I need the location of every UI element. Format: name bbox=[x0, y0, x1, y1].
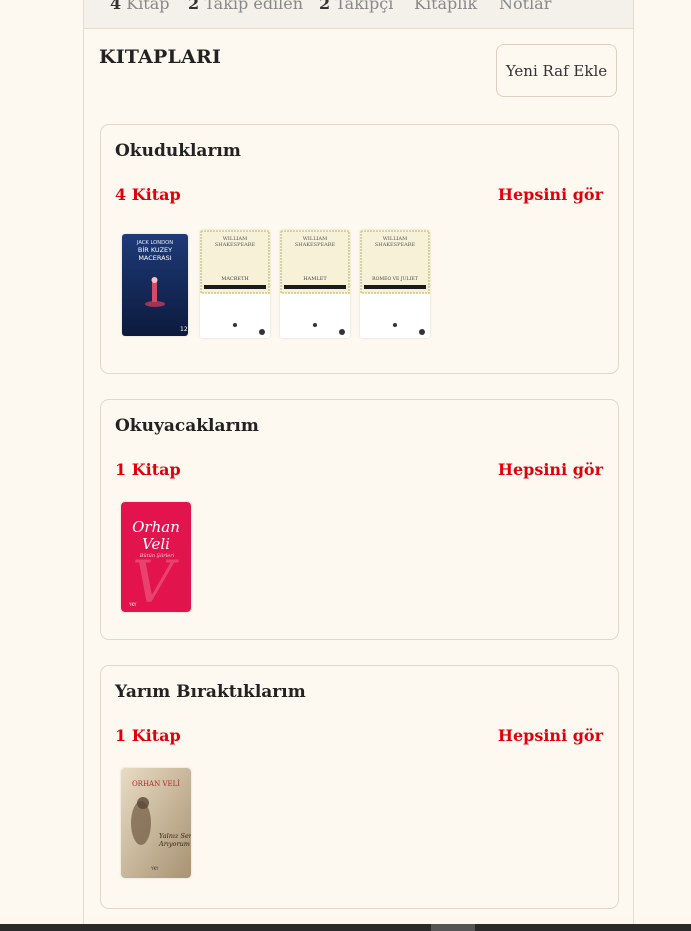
tab-followers[interactable]: 2 Takipçi bbox=[319, 0, 393, 13]
shelf-book-count[interactable]: 1 Kitap bbox=[115, 460, 181, 479]
svg-text:BİR KUZEY: BİR KUZEY bbox=[138, 245, 172, 254]
svg-text:Arıyorum: Arıyorum bbox=[158, 840, 190, 848]
svg-text:Orhan: Orhan bbox=[132, 518, 180, 536]
scrollbar-thumb[interactable] bbox=[431, 924, 475, 931]
svg-text:MACBETH: MACBETH bbox=[221, 276, 249, 282]
shelf-name: Yarım Bıraktıklarım bbox=[115, 682, 306, 702]
shelf-to-read: Okuyacaklarım 1 Kitap Hepsini gör Orhan … bbox=[100, 399, 619, 640]
svg-text:SHAKESPEARE: SHAKESPEARE bbox=[215, 242, 256, 248]
svg-text:V: V bbox=[132, 548, 179, 612]
svg-text:ROMEO VE JULIET: ROMEO VE JULIET bbox=[372, 276, 419, 282]
svg-text:HAMLET: HAMLET bbox=[303, 276, 327, 282]
svg-text:MACERASI: MACERASI bbox=[138, 254, 171, 262]
see-all-link[interactable]: Hepsini gör bbox=[498, 185, 603, 204]
book-cover[interactable]: ORHAN VELİ Yalnız Seni Arıyorum YKY bbox=[121, 768, 191, 878]
svg-text:Yalnız Seni: Yalnız Seni bbox=[159, 832, 191, 840]
svg-text:12!: 12! bbox=[180, 326, 188, 333]
shelf-book-count[interactable]: 1 Kitap bbox=[115, 726, 181, 745]
book-cover[interactable]: WILLIAM SHAKESPEARE HAMLET bbox=[280, 230, 350, 338]
book-cover[interactable]: WILLIAM SHAKESPEARE MACBETH bbox=[200, 230, 270, 338]
shelf-book-count[interactable]: 4 Kitap bbox=[115, 185, 181, 204]
add-shelf-button[interactable]: Yeni Raf Ekle bbox=[496, 44, 617, 97]
shelf-unfinished: Yarım Bıraktıklarım 1 Kitap Hepsini gör … bbox=[100, 665, 619, 909]
tab-following[interactable]: 2 Takip edilen bbox=[188, 0, 303, 13]
book-cover[interactable]: Orhan Veli Bütün Şiirleri V YKY bbox=[121, 502, 191, 612]
svg-text:SHAKESPEARE: SHAKESPEARE bbox=[375, 242, 416, 248]
section-title: KITAPLARI bbox=[99, 46, 222, 68]
tab-notes[interactable]: Notlar bbox=[499, 0, 551, 13]
shelf-name: Okuyacaklarım bbox=[115, 416, 259, 436]
shelf-name: Okuduklarım bbox=[115, 141, 241, 161]
profile-page: 4 Kitap 2 Takip edilen 2 Takipçi Kitaplı… bbox=[83, 0, 634, 931]
book-cover[interactable]: WILLIAM SHAKESPEARE ROMEO VE JULIET bbox=[360, 230, 430, 338]
book-cover[interactable]: JACK LONDON BİR KUZEY MACERASI 12! bbox=[122, 234, 188, 336]
svg-text:ORHAN VELİ: ORHAN VELİ bbox=[132, 779, 180, 788]
see-all-link[interactable]: Hepsini gör bbox=[498, 726, 603, 745]
horizontal-scrollbar[interactable] bbox=[0, 924, 691, 931]
tab-books[interactable]: 4 Kitap bbox=[110, 0, 170, 13]
profile-tabs: 4 Kitap 2 Takip edilen 2 Takipçi Kitaplı… bbox=[84, 0, 633, 29]
shelf-read: Okuduklarım 4 Kitap Hepsini gör JACK LON… bbox=[100, 124, 619, 374]
svg-text:YKY: YKY bbox=[128, 602, 137, 607]
svg-text:YKY: YKY bbox=[150, 866, 159, 871]
svg-text:SHAKESPEARE: SHAKESPEARE bbox=[295, 242, 336, 248]
tab-library[interactable]: Kitaplık bbox=[414, 0, 477, 13]
see-all-link[interactable]: Hepsini gör bbox=[498, 460, 603, 479]
